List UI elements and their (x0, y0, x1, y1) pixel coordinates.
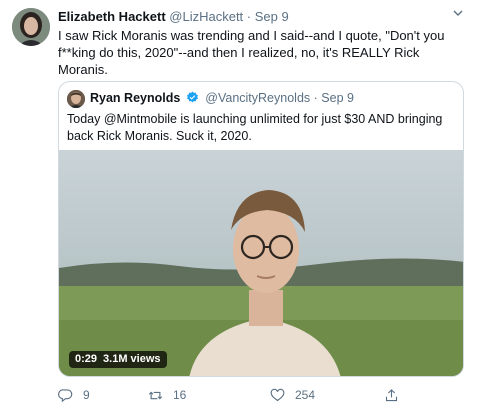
tweet[interactable]: Elizabeth Hackett @LizHackett · Sep 9 I … (0, 0, 478, 411)
tweet-actions: 9 16 254 (58, 385, 458, 405)
quoted-tweet-header: Ryan Reynolds @VancityReynolds · Sep 9 (90, 91, 354, 105)
quoted-tweet-text: Today @Mintmobile is launching unlimited… (67, 112, 443, 143)
quoted-tweet[interactable]: Ryan Reynolds @VancityReynolds · Sep 9 T… (58, 81, 464, 377)
like-button[interactable]: 254 (270, 385, 315, 405)
video-duration: 0:29 (75, 353, 98, 365)
quoted-tweet-date[interactable]: Sep 9 (321, 91, 354, 105)
reply-button[interactable]: 9 (58, 385, 90, 405)
quoted-author-handle[interactable]: @VancityReynolds (205, 91, 310, 105)
separator-dot: · (313, 91, 318, 105)
reply-count: 9 (83, 388, 90, 402)
author-handle[interactable]: @LizHackett (169, 9, 243, 24)
retweet-count: 16 (173, 388, 187, 402)
author-name[interactable]: Elizabeth Hackett (58, 9, 166, 24)
tweet-text: I saw Rick Moranis was trending and I sa… (58, 28, 445, 77)
reply-icon (58, 388, 73, 402)
video-frame (59, 150, 463, 376)
video-stats-badge: 0:29 3.1M views (69, 351, 167, 368)
share-icon (385, 388, 398, 401)
like-icon (270, 388, 285, 401)
tweet-header: Elizabeth Hackett @LizHackett · Sep 9 (58, 9, 289, 24)
quoted-author-name[interactable]: Ryan Reynolds (90, 91, 180, 105)
tweet-date[interactable]: Sep 9 (255, 9, 289, 24)
share-button[interactable] (384, 385, 399, 405)
video-player[interactable]: 0:29 3.1M views (59, 150, 463, 376)
video-views: 3.1M views (103, 353, 161, 365)
author-avatar[interactable] (12, 8, 50, 46)
more-icon[interactable] (450, 7, 466, 23)
verified-icon (186, 91, 199, 104)
separator-dot: · (246, 9, 252, 24)
quoted-author-avatar[interactable] (67, 90, 85, 108)
retweet-icon (148, 391, 163, 399)
like-count: 254 (295, 388, 316, 402)
retweet-button[interactable]: 16 (148, 385, 186, 405)
